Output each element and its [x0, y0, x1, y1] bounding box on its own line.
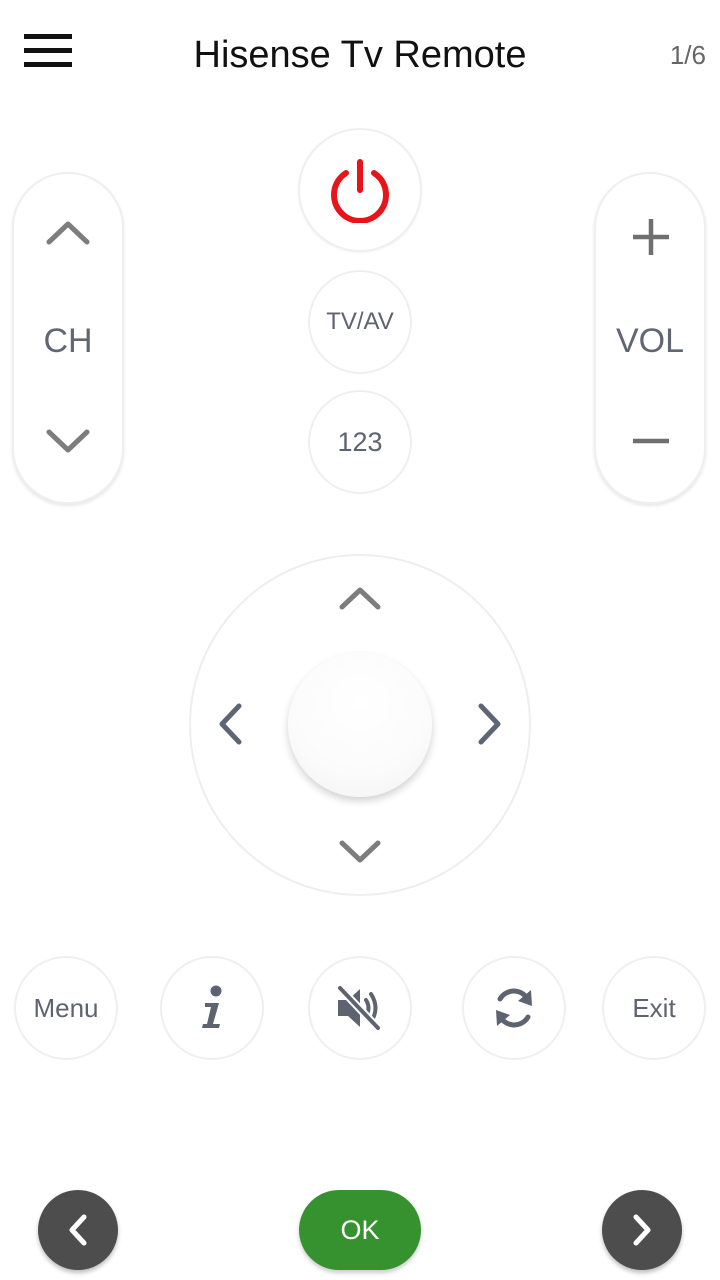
minus-icon: [633, 438, 669, 444]
exit-label: Exit: [632, 992, 676, 1023]
page-title: Hisense Tv Remote: [193, 34, 527, 76]
hamburger-icon: [24, 34, 72, 68]
chevron-down-icon: [46, 429, 90, 453]
tv-av-button[interactable]: TV/AV: [308, 270, 412, 374]
dpad-down-button[interactable]: [338, 838, 382, 868]
ok-label: OK: [340, 1214, 380, 1245]
dpad-up-button[interactable]: [338, 582, 382, 612]
refresh-icon: [496, 988, 532, 1028]
numbers-label: 123: [337, 426, 383, 457]
chevron-up-icon: [46, 221, 90, 245]
chevron-right-icon: [478, 703, 501, 745]
info-button[interactable]: [160, 956, 264, 1060]
tv-av-label: TV/AV: [326, 308, 394, 335]
power-button[interactable]: [298, 128, 422, 252]
next-page-button[interactable]: [602, 1190, 682, 1270]
volume-control: VOL: [594, 172, 706, 504]
chevron-down-icon: [339, 840, 381, 863]
power-icon: [331, 159, 389, 223]
chevron-up-icon: [339, 587, 381, 610]
mute-icon: [336, 984, 382, 1032]
chevron-left-icon: [69, 1214, 87, 1246]
chevron-left-icon: [219, 703, 242, 745]
ok-button[interactable]: OK: [299, 1190, 421, 1270]
volume-label: VOL: [615, 322, 685, 360]
channel-down-button[interactable]: [45, 428, 91, 456]
menu-key-button[interactable]: Menu: [14, 956, 118, 1060]
plus-icon: [633, 219, 669, 255]
exit-button[interactable]: Exit: [602, 956, 706, 1060]
menu-button[interactable]: [24, 34, 74, 70]
channel-label: CH: [43, 322, 93, 360]
chevron-right-icon: [633, 1214, 651, 1246]
menu-key-label: Menu: [33, 992, 99, 1023]
previous-page-button[interactable]: [38, 1190, 118, 1270]
volume-up-button[interactable]: [630, 216, 672, 258]
channel-control: CH: [12, 172, 124, 504]
volume-down-button[interactable]: [630, 420, 672, 462]
refresh-button[interactable]: [462, 956, 566, 1060]
info-icon: [202, 985, 222, 1028]
numbers-button[interactable]: 123: [308, 390, 412, 494]
mute-button[interactable]: [308, 956, 412, 1060]
page-indicator: 1/6: [669, 40, 706, 70]
dpad-left-button[interactable]: [214, 702, 246, 746]
dpad-right-button[interactable]: [474, 702, 506, 746]
channel-up-button[interactable]: [45, 218, 91, 246]
dpad-center-button[interactable]: [288, 653, 432, 797]
